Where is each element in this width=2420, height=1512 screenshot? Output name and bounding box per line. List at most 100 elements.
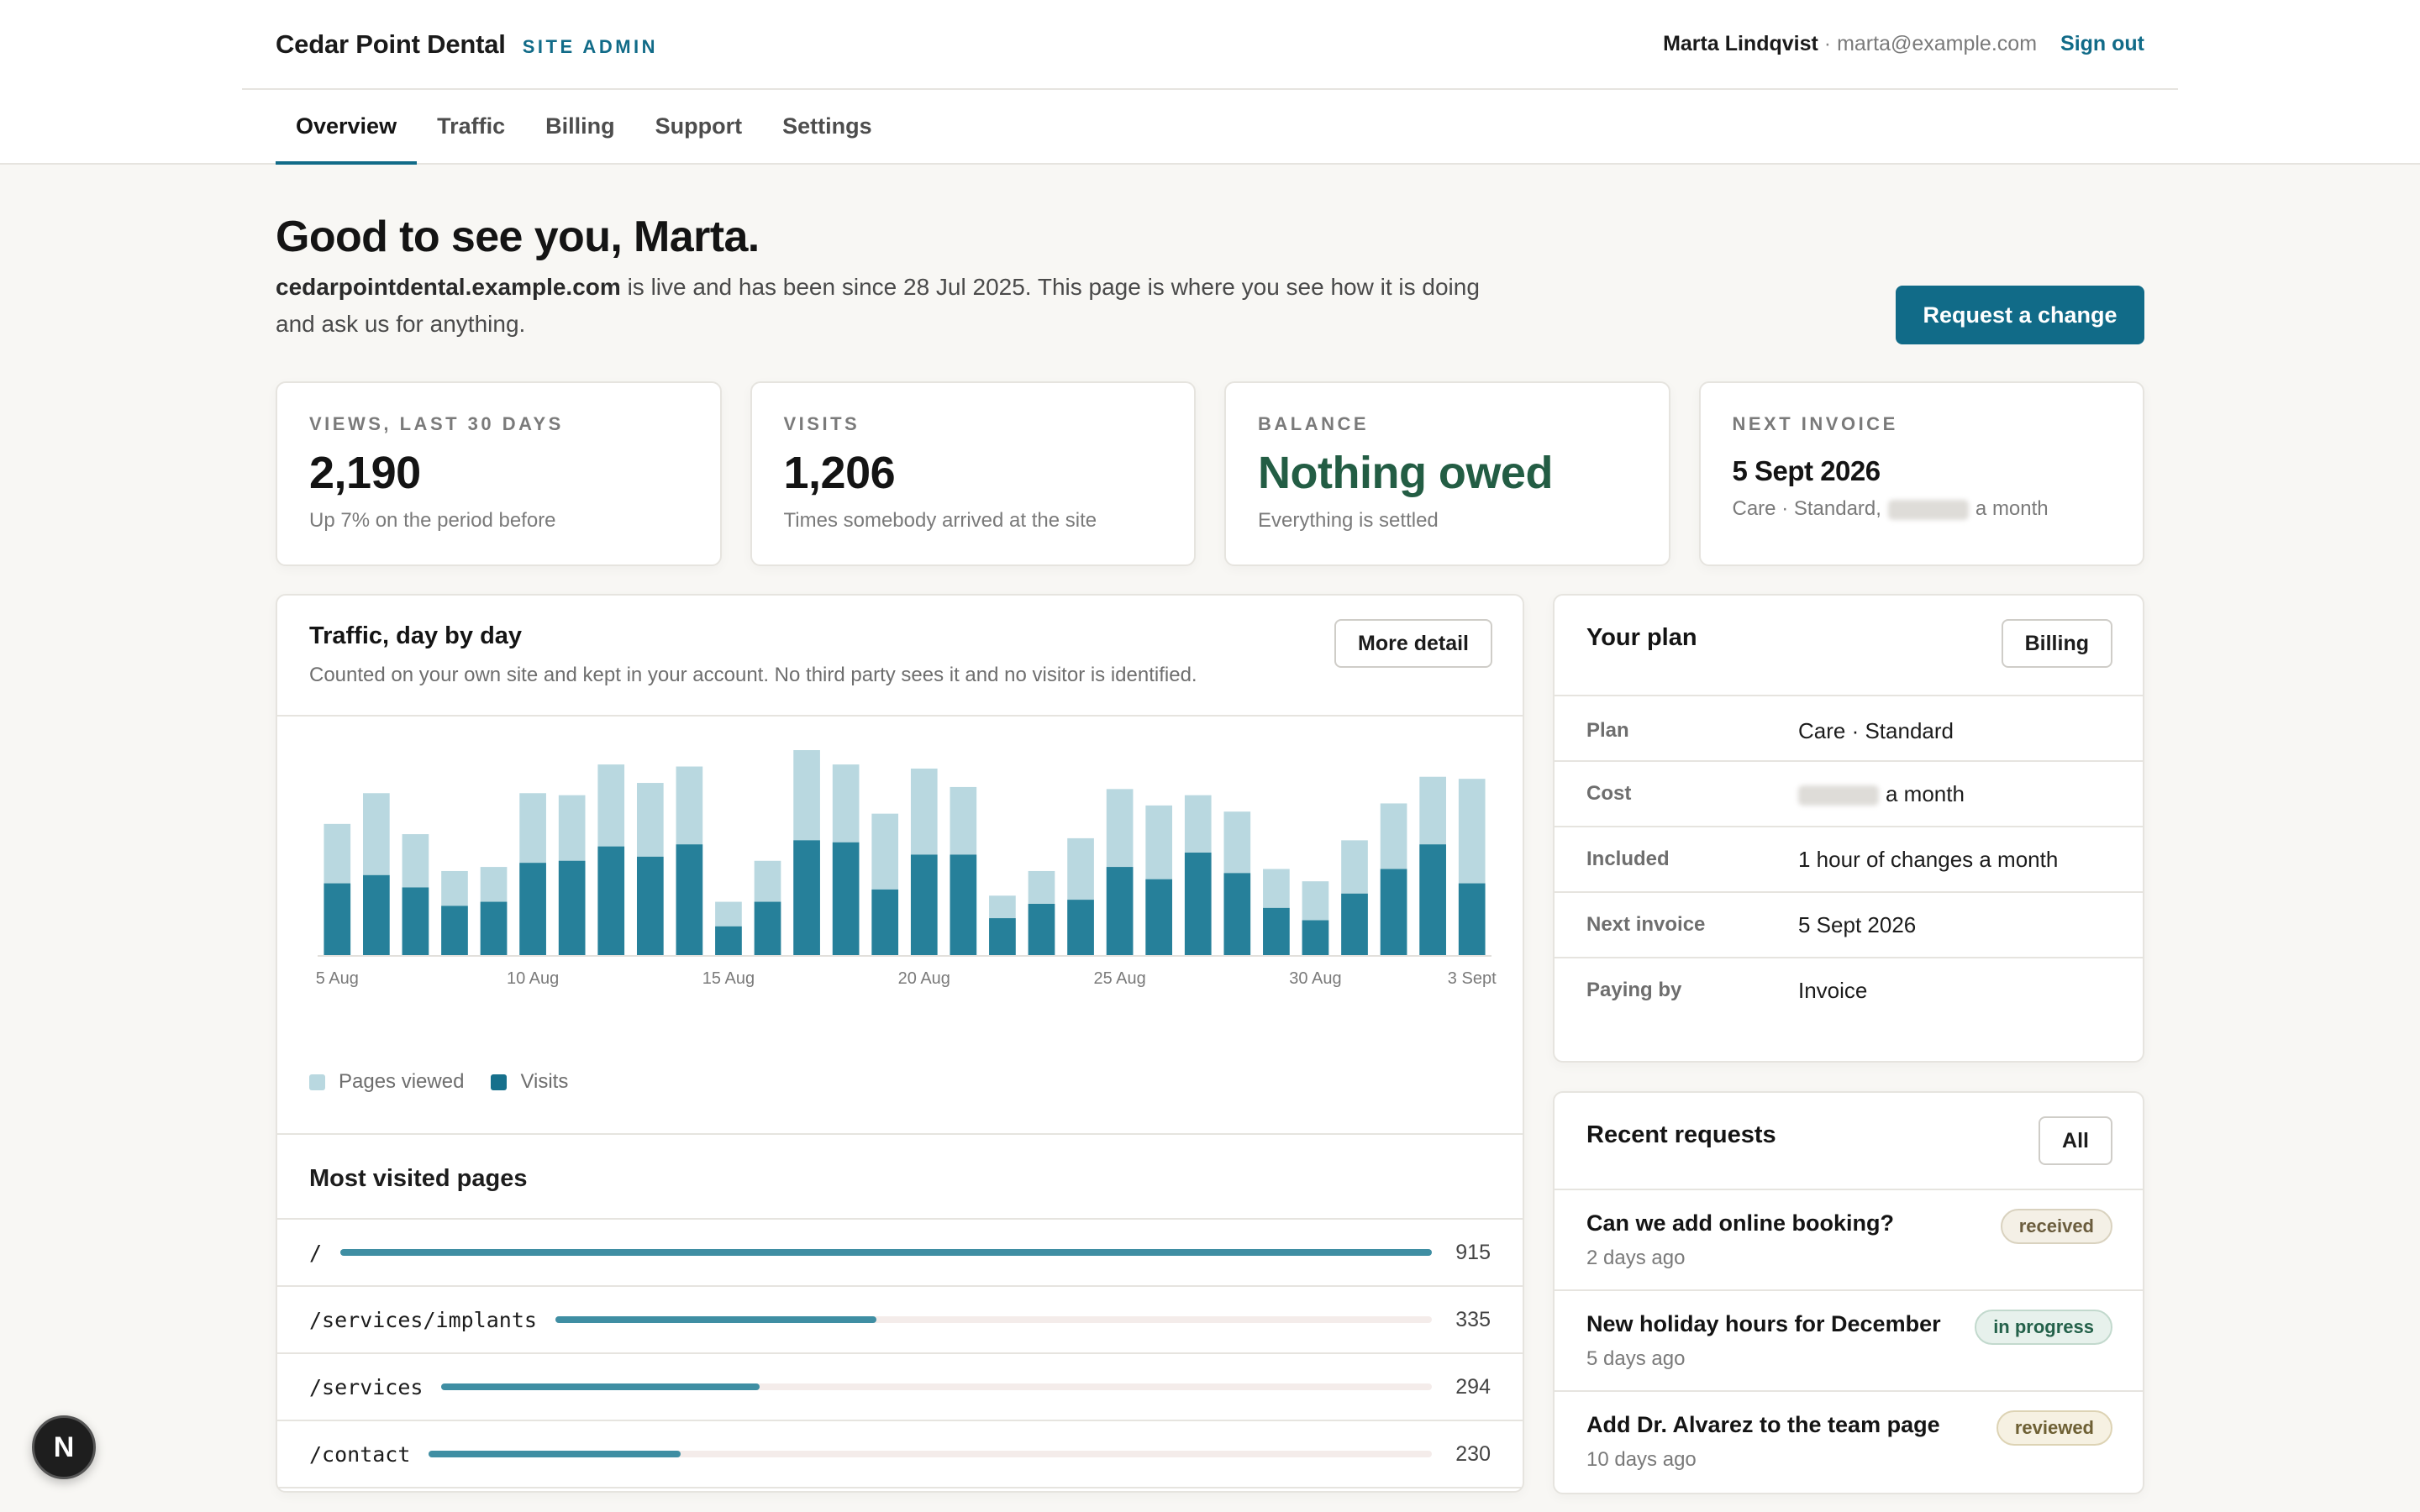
bar-visits [1184, 853, 1212, 955]
request-item[interactable]: New holiday hours for December 5 days ag… [1555, 1289, 2143, 1390]
bar-visits [324, 883, 351, 955]
user-area: Marta Lindqvist · marta@example.com Sign… [1663, 32, 2144, 56]
status-badge: reviewed [1996, 1410, 2112, 1446]
stat-sub: Up 7% on the period before [309, 509, 556, 532]
plan-row-paying-by: Paying by Invoice [1555, 957, 2143, 1022]
requests-panel: Recent requests All Can we add online bo… [1553, 1091, 2144, 1494]
bar-visits [519, 863, 546, 955]
top-bar-inner: Cedar Point Dental SITE ADMIN Marta Lind… [242, 0, 2178, 165]
user-email: marta@example.com [1837, 32, 2038, 55]
bar-visits [1302, 920, 1329, 955]
traffic-chart: 5 Aug 10 Aug 15 Aug 20 Aug 25 Aug 30 Aug 3 Sep… [277, 717, 1523, 1074]
request-item[interactable]: Can we add online booking? 2 days ago re… [1555, 1189, 2143, 1289]
traffic-panel: Traffic, day by day Counted on your own … [276, 594, 1524, 1493]
traffic-subtitle: Counted on your own site and kept in you… [309, 664, 1197, 686]
all-requests-button[interactable]: All [2039, 1116, 2112, 1165]
intro-text: cedarpointdental.example.com is live and… [276, 269, 1486, 343]
bar-visits [597, 846, 625, 955]
request-time: 2 days ago [1586, 1247, 1686, 1269]
site-domain: cedarpointdental.example.com [276, 274, 621, 300]
x-tick-label: 20 Aug [898, 969, 950, 988]
plan-label: Plan [1586, 719, 1629, 742]
stat-card-next-invoice: NEXT INVOICE 5 Sept 2026 Care · Standard… [1698, 381, 2144, 566]
more-detail-button[interactable]: More detail [1334, 619, 1492, 668]
page-path: / [309, 1240, 323, 1265]
stats-row: VIEWS, LAST 30 DAYS 2,190 Up 7% on the p… [276, 381, 2144, 566]
traffic-header: Traffic, day by day Counted on your own … [277, 596, 1523, 715]
page-bar-fill [555, 1316, 876, 1323]
redacted-amount [1887, 499, 1969, 520]
request-time: 5 days ago [1586, 1347, 1686, 1370]
page-path: /services [309, 1374, 424, 1399]
invoice-period: a month [1975, 497, 2049, 520]
user-name: Marta Lindqvist [1663, 32, 1818, 55]
page-row: /services/implants 335 [277, 1285, 1523, 1352]
bar-visits [1341, 893, 1368, 955]
pages-list: / 915/services/implants 335/services 294/co… [277, 1218, 1523, 1491]
page-path: /contact [309, 1441, 411, 1467]
plan-value: Invoice [1798, 977, 1868, 1003]
stat-label: BALANCE [1258, 413, 1370, 434]
next-logo-button[interactable]: N [32, 1415, 96, 1479]
bar-visits [636, 856, 664, 955]
tab-settings[interactable]: Settings [762, 90, 892, 163]
stat-card-views: VIEWS, LAST 30 DAYS 2,190 Up 7% on the p… [276, 381, 722, 566]
page-bar-track [340, 1249, 1432, 1256]
legend-swatch-visits [491, 1074, 508, 1090]
x-tick-label: 25 Aug [1093, 969, 1145, 988]
bar-visits [1380, 869, 1407, 955]
bar-visits [1419, 844, 1446, 955]
page-row: /team139 [277, 1487, 1523, 1491]
plan-label: Next invoice [1586, 913, 1706, 936]
billing-button[interactable]: Billing [2001, 619, 2112, 668]
plan-row-next-invoice: Next invoice 5 Sept 2026 [1555, 891, 2143, 957]
stat-label: VISITS [783, 413, 860, 434]
stat-sub: Care · Standard, a month [1733, 497, 2112, 521]
stat-value: 5 Sept 2026 [1732, 455, 1881, 486]
plan-label: Paying by [1586, 979, 1682, 1001]
stat-card-visits: VISITS 1,206 Times somebody arrived at t… [750, 381, 1196, 566]
x-tick-label: 5 Aug [316, 969, 359, 988]
user-separator: · [1823, 32, 1832, 55]
sign-out-link[interactable]: Sign out [2060, 32, 2144, 56]
bar-visits [1458, 883, 1486, 955]
bar-visits [754, 901, 781, 955]
plan-value: Care · Standard [1798, 717, 1954, 743]
stat-value: 2,190 [309, 448, 421, 498]
bar-visits [1106, 867, 1134, 955]
bar-visits [558, 860, 586, 955]
request-item[interactable]: Add Dr. Alvarez to the team page 10 days… [1555, 1390, 2143, 1491]
bar-visits [832, 842, 860, 955]
tab-billing[interactable]: Billing [525, 90, 635, 163]
traffic-chart-svg: 5 Aug 10 Aug 15 Aug 20 Aug 25 Aug 30 Aug 3 Sep… [316, 750, 1497, 988]
plan-row-plan: Plan Care · Standard [1555, 695, 2143, 760]
traffic-title: Traffic, day by day [309, 622, 523, 649]
request-time: 10 days ago [1586, 1448, 1697, 1471]
request-change-button[interactable]: Request a change [1896, 286, 2144, 344]
page-row: /services 294 [277, 1352, 1523, 1420]
bar-visits [1028, 904, 1055, 955]
brand: Cedar Point Dental SITE ADMIN [276, 29, 658, 60]
brand-row: Cedar Point Dental SITE ADMIN Marta Lind… [242, 0, 2178, 90]
page-count: 294 [1455, 1374, 1491, 1399]
bar-visits [402, 887, 429, 955]
bar-visits [441, 906, 468, 955]
plan-value: 1 hour of changes a month [1798, 846, 2059, 872]
page-title: Good to see you, Marta. [276, 213, 760, 261]
top-bar: Cedar Point Dental SITE ADMIN Marta Lind… [0, 0, 2420, 165]
bar-visits [793, 840, 820, 955]
plan-row-included: Included 1 hour of changes a month [1555, 826, 2143, 891]
tab-support[interactable]: Support [635, 90, 762, 163]
plan-label: Cost [1586, 782, 1632, 805]
main-nav: Overview Traffic Billing Support Setting… [242, 90, 2178, 165]
plan-label: Included [1586, 848, 1670, 870]
x-tick-label: 10 Aug [507, 969, 559, 988]
tab-overview[interactable]: Overview [276, 90, 418, 165]
status-badge: received [2000, 1209, 2112, 1244]
bar-visits [1223, 873, 1251, 955]
stat-label: NEXT INVOICE [1732, 413, 1898, 434]
brand-name: Cedar Point Dental [276, 29, 506, 59]
tab-traffic[interactable]: Traffic [417, 90, 525, 163]
legend-swatch-views [309, 1074, 325, 1090]
stat-label: VIEWS, LAST 30 DAYS [309, 413, 564, 434]
